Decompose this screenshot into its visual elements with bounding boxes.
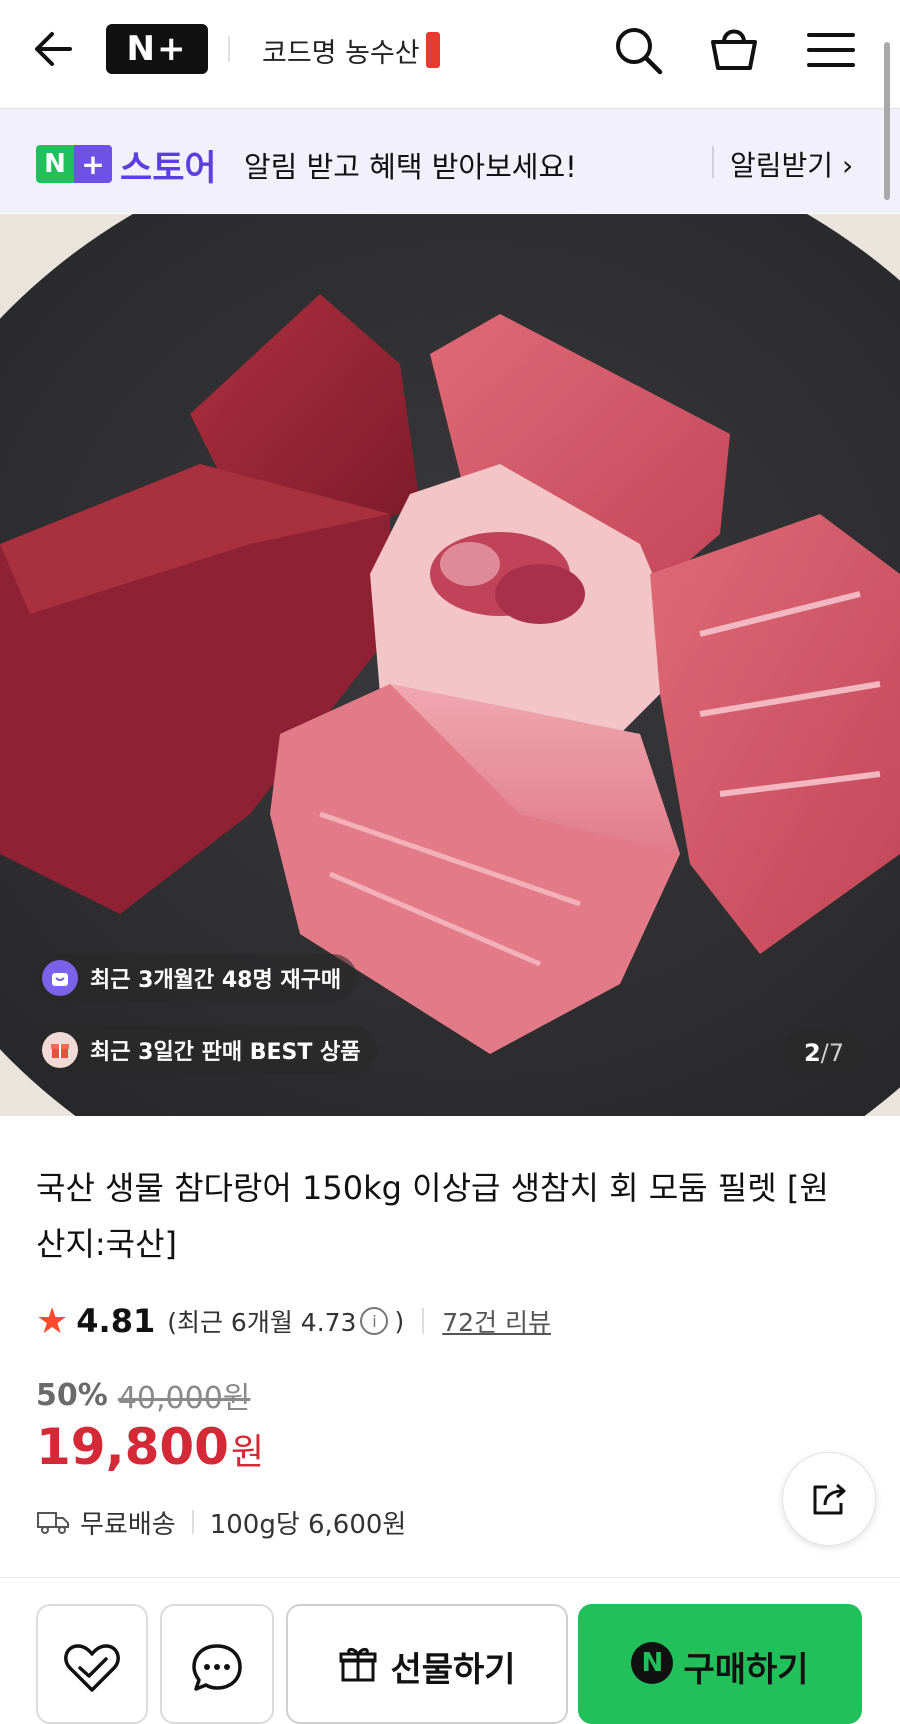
info-icon[interactable]: i — [360, 1307, 389, 1335]
rating-row: ★ 4.81 (최근 6개월 4.73 i ) 72건 리뷰 — [36, 1298, 551, 1344]
sale-price-unit: 원 — [230, 1432, 265, 1473]
shopping-bag-icon[interactable] — [708, 22, 760, 74]
review-count-link[interactable]: 72건 리뷰 — [442, 1303, 551, 1339]
bag-badge-icon — [42, 960, 78, 996]
sale-price: 19,800 — [36, 1418, 229, 1476]
header-divider — [228, 36, 230, 62]
buy-button[interactable]: N 구매하기 — [578, 1604, 862, 1724]
rating-divider — [422, 1308, 425, 1334]
gift-button[interactable]: 선물하기 — [286, 1604, 568, 1724]
shipping-divider — [191, 1510, 194, 1534]
store-seal-icon — [425, 32, 440, 68]
gift-icon — [339, 1647, 377, 1682]
back-arrow-icon[interactable] — [30, 26, 76, 72]
naver-pay-icon: N — [631, 1642, 674, 1684]
naver-plus-logo[interactable]: N+ — [106, 24, 208, 74]
naver-plus-store-logo: N + — [36, 145, 112, 183]
truck-icon — [37, 1512, 69, 1534]
banner-divider — [712, 146, 714, 178]
image-index: 2 — [803, 1039, 821, 1067]
rating-score: 4.81 — [76, 1302, 156, 1340]
unit-price: 100g당 6,600원 — [209, 1509, 407, 1540]
recent-rating-close: ) — [394, 1306, 405, 1336]
gift-button-label: 선물하기 — [390, 1650, 516, 1690]
repurchase-badge: 최근 3개월간 48명 재구매 — [36, 954, 358, 1002]
best-seller-badge-text: 최근 3일간 판매 BEST 상품 — [90, 1040, 361, 1065]
product-title: 국산 생물 참다랑어 150kg 이상급 생참치 회 모둠 필렛 [원산지:국산… — [36, 1169, 829, 1263]
banner-message: 알림 받고 혜택 받아보세요! — [244, 150, 577, 184]
sale-price-row: 19,800 원 — [36, 1418, 264, 1476]
share-button[interactable] — [782, 1452, 876, 1546]
page-scrollbar[interactable] — [884, 42, 890, 200]
store-name[interactable]: 코드명 농수산 — [262, 28, 440, 72]
buy-button-label: 구매하기 — [683, 1650, 809, 1690]
share-icon — [813, 1483, 846, 1515]
repurchase-badge-text: 최근 3개월간 48명 재구매 — [90, 968, 342, 993]
store-name-text: 코드명 농수산 — [262, 37, 420, 69]
logo-plus: + — [74, 145, 112, 183]
banner-store-label: 스토어 — [120, 149, 217, 189]
chat-bubble-icon — [192, 1644, 242, 1691]
image-counter: 2/7 — [784, 1030, 864, 1076]
gift-box-badge-icon — [42, 1032, 78, 1068]
bottom-bar-divider — [0, 1577, 900, 1578]
recent-rating-text: (최근 6개월 4.73 — [167, 1308, 357, 1337]
chat-button[interactable] — [160, 1604, 274, 1724]
logo-n: N — [36, 145, 74, 183]
best-seller-badge: 최근 3일간 판매 BEST 상품 — [36, 1026, 377, 1074]
hamburger-menu-icon[interactable] — [806, 30, 856, 70]
original-price: 40,000원 — [117, 1381, 251, 1416]
shipping-text: 무료배송 — [80, 1509, 176, 1540]
search-icon[interactable] — [612, 24, 664, 76]
discount-percent: 50% — [36, 1377, 108, 1413]
get-notifications-link[interactable]: 알림받기 › — [730, 144, 853, 184]
heart-check-icon — [64, 1644, 120, 1692]
wishlist-button[interactable] — [36, 1604, 148, 1724]
discount-row: 50% 40,000원 — [36, 1373, 250, 1417]
logo-text: N+ — [126, 29, 188, 69]
star-icon: ★ — [36, 1300, 69, 1342]
image-total: /7 — [820, 1039, 845, 1067]
shipping-row: 무료배송 100g당 6,600원 — [36, 1500, 406, 1544]
